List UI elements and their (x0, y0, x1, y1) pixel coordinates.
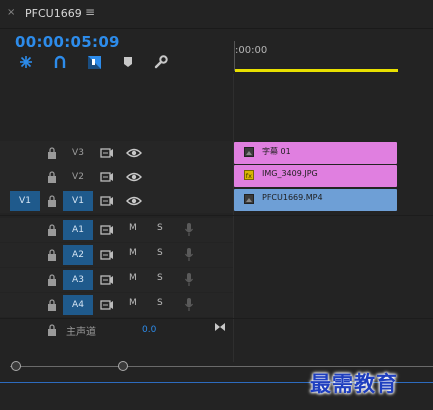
lock-icon[interactable] (47, 299, 57, 311)
close-tab-button[interactable]: × (7, 7, 15, 18)
playhead-timecode[interactable]: 00:00:05:09 (15, 33, 120, 51)
solo-button[interactable]: S (157, 223, 163, 233)
eye-icon[interactable] (126, 171, 142, 183)
master-volume-value[interactable]: 0.0 (142, 325, 156, 335)
sync-lock-icon[interactable] (100, 147, 114, 159)
panel-tab-bar: × PFCU1669 ≡ (0, 0, 433, 29)
lock-icon[interactable] (47, 274, 57, 286)
work-area-bar[interactable] (235, 69, 398, 72)
clip-type-icon (244, 147, 254, 157)
clip-name: IMG_3409.JPG (262, 169, 318, 178)
mute-button[interactable]: M (129, 248, 137, 258)
microphone-icon[interactable] (184, 272, 194, 287)
sync-lock-icon[interactable] (100, 195, 114, 207)
zoom-scrollbar[interactable] (10, 366, 433, 367)
mute-button[interactable]: M (129, 273, 137, 283)
lock-icon[interactable] (47, 224, 57, 236)
zoom-handle-right[interactable] (118, 361, 128, 371)
track-name-v1[interactable]: V1 (63, 191, 93, 211)
clip-name: 字幕 01 (262, 147, 291, 156)
solo-button[interactable]: S (157, 248, 163, 258)
track-header-a1: A1 M S (0, 218, 233, 242)
microphone-icon[interactable] (184, 247, 194, 262)
svg-text:fx: fx (246, 172, 252, 180)
track-name-a4[interactable]: A4 (63, 295, 93, 315)
mute-button[interactable]: M (129, 223, 137, 233)
go-to-in-out-icon[interactable] (214, 322, 226, 332)
clip-image[interactable]: fx IMG_3409.JPG (234, 165, 397, 187)
video-audio-separator (0, 215, 433, 216)
lock-icon[interactable] (47, 147, 57, 159)
watermark-logo: 最需教育 (310, 371, 398, 396)
panel-menu-icon[interactable]: ≡ (85, 5, 95, 19)
track-header-v1: V1 V1 (0, 189, 233, 213)
clip-video[interactable]: PFCU1669.MP4 (234, 189, 397, 211)
snap-icon[interactable] (18, 54, 34, 70)
zoom-handle-left[interactable] (11, 361, 21, 371)
microphone-icon[interactable] (184, 222, 194, 237)
mute-button[interactable]: M (129, 298, 137, 308)
sync-lock-icon[interactable] (100, 224, 114, 236)
solo-button[interactable]: S (157, 273, 163, 283)
master-track-label: 主声道 (66, 327, 96, 338)
clip-type-icon (244, 194, 254, 204)
track-name-a1[interactable]: A1 (63, 220, 93, 240)
source-patch-v1[interactable]: V1 (10, 191, 40, 211)
track-name-v2[interactable]: V2 (63, 167, 93, 187)
sync-lock-icon[interactable] (100, 171, 114, 183)
fx-icon: fx (244, 170, 254, 180)
sync-lock-icon[interactable] (100, 299, 114, 311)
lock-icon[interactable] (47, 171, 57, 183)
clip-name: PFCU1669.MP4 (262, 193, 323, 202)
eye-icon[interactable] (126, 195, 142, 207)
track-name-a3[interactable]: A3 (63, 270, 93, 290)
master-separator (0, 318, 433, 319)
add-marker-icon[interactable] (86, 54, 102, 70)
lock-icon[interactable] (47, 249, 57, 261)
track-header-v2: V2 (0, 165, 233, 189)
microphone-icon[interactable] (184, 297, 194, 312)
track-name-v3[interactable]: V3 (63, 143, 93, 163)
track-header-a4: A4 M S (0, 293, 233, 317)
wrench-icon[interactable] (153, 54, 169, 70)
eye-icon[interactable] (126, 147, 142, 159)
linked-selection-icon[interactable] (52, 54, 68, 70)
sequence-tab-title[interactable]: PFCU1669 (25, 7, 82, 20)
lock-icon[interactable] (47, 195, 57, 207)
track-header-v3: V3 (0, 141, 233, 165)
track-header-a2: A2 M S (0, 243, 233, 267)
lock-icon[interactable] (47, 324, 57, 336)
marker-icon[interactable] (120, 54, 136, 70)
ruler-time-label: :00:00 (235, 45, 268, 56)
sync-lock-icon[interactable] (100, 274, 114, 286)
solo-button[interactable]: S (157, 298, 163, 308)
track-header-a3: A3 M S (0, 268, 233, 292)
clip-subtitle[interactable]: 字幕 01 (234, 142, 397, 164)
sync-lock-icon[interactable] (100, 249, 114, 261)
track-name-a2[interactable]: A2 (63, 245, 93, 265)
